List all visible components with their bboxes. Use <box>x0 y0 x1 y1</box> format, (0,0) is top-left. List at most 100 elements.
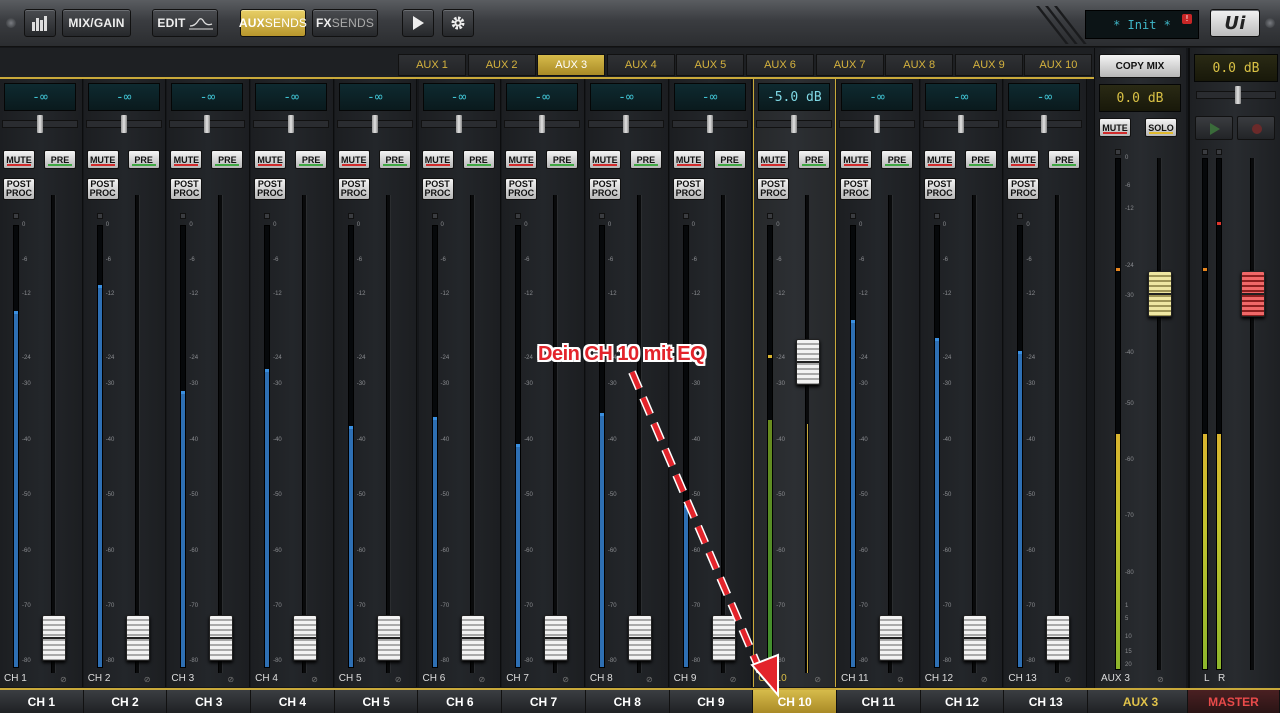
pan-control[interactable] <box>2 115 78 133</box>
pan-knob[interactable] <box>874 115 880 133</box>
master-fader-cap[interactable] <box>1241 270 1265 317</box>
aux-solo-button[interactable]: SOLO <box>1145 118 1177 137</box>
tab-aux-8[interactable]: AUX 8 <box>885 54 954 76</box>
channel-send-level[interactable]: -∞ <box>422 83 495 111</box>
aux-fader-cap[interactable] <box>1148 270 1172 317</box>
channel-tab-7[interactable]: CH 7 <box>502 690 586 713</box>
pan-control[interactable] <box>671 115 748 133</box>
pre-button[interactable]: PRE <box>378 150 411 169</box>
post-proc-button[interactable]: POST PROC <box>337 178 370 200</box>
channel-send-level[interactable]: -∞ <box>87 83 160 111</box>
pan-knob[interactable] <box>1041 115 1048 133</box>
channel-send-level[interactable]: -∞ <box>924 83 997 111</box>
post-proc-button[interactable]: POST PROC <box>588 178 621 200</box>
mute-button[interactable]: MUTE <box>337 150 370 169</box>
fader-cap[interactable] <box>1046 615 1071 661</box>
fader-cap[interactable] <box>209 615 234 661</box>
mute-button[interactable]: MUTE <box>923 150 956 169</box>
channel-tab-4[interactable]: CH 4 <box>251 690 335 713</box>
pre-button[interactable]: PRE <box>546 150 579 169</box>
tab-aux-5[interactable]: AUX 5 <box>676 54 745 76</box>
pan-control[interactable] <box>420 115 497 133</box>
mute-button[interactable]: MUTE <box>588 150 621 169</box>
fader-cap[interactable] <box>544 615 569 661</box>
tab-aux-1[interactable]: AUX 1 <box>398 54 466 76</box>
fader-cap[interactable] <box>376 615 401 661</box>
fader-cap[interactable] <box>711 615 736 661</box>
mute-button[interactable]: MUTE <box>1007 150 1040 169</box>
channel-send-level[interactable]: -∞ <box>506 83 579 111</box>
pan-control[interactable] <box>253 115 330 133</box>
pre-button[interactable]: PRE <box>964 150 997 169</box>
pan-control[interactable] <box>336 115 413 133</box>
pan-knob[interactable] <box>37 115 43 133</box>
bottom-master-label[interactable]: MASTER <box>1188 690 1280 713</box>
aux-sends-button[interactable]: AUX SENDS <box>239 9 307 37</box>
edit-button[interactable]: EDIT <box>152 9 218 37</box>
post-proc-button[interactable]: POST PROC <box>757 178 790 200</box>
channel-tab-9[interactable]: CH 9 <box>670 690 754 713</box>
pre-button[interactable]: PRE <box>798 150 831 169</box>
pre-button[interactable]: PRE <box>881 150 913 169</box>
bottom-aux-label[interactable]: AUX 3 <box>1094 690 1188 713</box>
channel-tab-8[interactable]: CH 8 <box>586 690 670 713</box>
post-proc-button[interactable]: POST PROC <box>923 178 956 200</box>
tab-aux-10[interactable]: AUX 10 <box>1024 54 1093 76</box>
fader-cap[interactable] <box>125 615 150 661</box>
pan-control[interactable] <box>85 115 162 133</box>
tab-aux-6[interactable]: AUX 6 <box>746 54 814 76</box>
mute-button[interactable]: MUTE <box>757 150 790 169</box>
mute-button[interactable]: MUTE <box>505 150 538 169</box>
pre-button[interactable]: PRE <box>629 150 662 169</box>
alert-badge[interactable]: ! <box>1182 14 1192 24</box>
channel-send-level[interactable]: -∞ <box>4 83 76 111</box>
channel-send-level[interactable]: -∞ <box>589 83 662 111</box>
pan-knob[interactable] <box>288 115 295 133</box>
post-proc-button[interactable]: POST PROC <box>1007 178 1040 200</box>
channel-send-level[interactable]: -∞ <box>338 83 411 111</box>
scene-display[interactable]: * Init * ! <box>1085 10 1199 39</box>
pan-control[interactable] <box>922 115 999 133</box>
fader-cap[interactable] <box>293 615 318 661</box>
master-level-display[interactable]: 0.0 dB <box>1194 54 1278 82</box>
channel-send-level[interactable]: -∞ <box>171 83 244 111</box>
pan-control[interactable] <box>504 115 581 133</box>
pre-button[interactable]: PRE <box>1048 150 1081 169</box>
post-proc-button[interactable]: POST PROC <box>505 178 538 200</box>
pan-knob[interactable] <box>957 115 964 133</box>
pre-button[interactable]: PRE <box>462 150 495 169</box>
fader-cap[interactable] <box>796 339 821 385</box>
channel-tab-2[interactable]: CH 2 <box>84 690 168 713</box>
aux-mute-button[interactable]: MUTE <box>1099 118 1131 137</box>
mix-gain-button[interactable]: MIX/GAIN <box>62 9 131 37</box>
post-proc-button[interactable]: POST PROC <box>254 178 287 200</box>
channel-send-level[interactable]: -∞ <box>1008 83 1081 111</box>
fader-cap[interactable] <box>460 615 485 661</box>
pan-knob[interactable] <box>791 115 798 133</box>
channel-tab-13[interactable]: CH 13 <box>1004 690 1089 713</box>
channel-tab-5[interactable]: CH 5 <box>335 690 419 713</box>
fx-sends-button[interactable]: FX SENDS <box>312 9 378 37</box>
mute-button[interactable]: MUTE <box>170 150 203 169</box>
tab-aux-2[interactable]: AUX 2 <box>467 54 536 76</box>
post-proc-button[interactable]: POST PROC <box>421 178 454 200</box>
pan-knob[interactable] <box>622 115 629 133</box>
pre-button[interactable]: PRE <box>713 150 746 169</box>
fader-cap[interactable] <box>962 615 987 661</box>
mute-button[interactable]: MUTE <box>3 150 35 169</box>
fader-cap[interactable] <box>42 615 66 661</box>
mute-button[interactable]: MUTE <box>421 150 454 169</box>
post-proc-button[interactable]: POST PROC <box>672 178 705 200</box>
pan-control[interactable] <box>756 115 833 133</box>
pan-control[interactable] <box>1006 115 1083 133</box>
pan-control[interactable] <box>169 115 246 133</box>
meters-view-button[interactable] <box>24 9 56 37</box>
master-play-button[interactable] <box>1195 116 1233 140</box>
pre-button[interactable]: PRE <box>295 150 328 169</box>
pan-knob[interactable] <box>706 115 713 133</box>
master-record-button[interactable] <box>1237 116 1275 140</box>
channel-send-level[interactable]: -∞ <box>255 83 328 111</box>
channel-tab-10[interactable]: CH 10 <box>753 690 837 713</box>
tab-aux-3[interactable]: AUX 3 <box>537 54 606 76</box>
pre-button[interactable]: PRE <box>211 150 244 169</box>
